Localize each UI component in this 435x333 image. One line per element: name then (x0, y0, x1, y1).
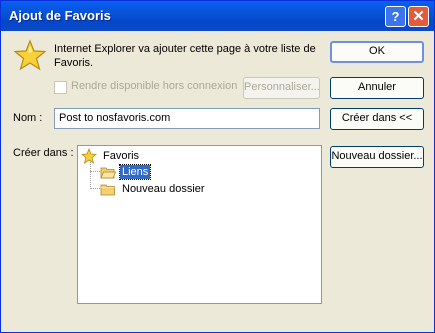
add-favorite-dialog: Ajout de Favoris ? ✕ Internet Explorer v… (0, 0, 435, 333)
cancel-button[interactable]: Annuler (330, 77, 424, 99)
tree-node-label: Nouveau dossier (122, 183, 205, 195)
title-bar[interactable]: Ajout de Favoris ? ✕ (1, 1, 434, 31)
customize-button[interactable]: Personnaliser... (243, 77, 320, 99)
ok-button[interactable]: OK (330, 41, 424, 63)
help-button[interactable]: ? (385, 6, 406, 27)
help-icon: ? (391, 9, 400, 24)
folder-icon (100, 184, 115, 196)
tree-node-label: Liens (118, 164, 152, 180)
folder-tree[interactable]: Favoris Liens Nouveau dossier (77, 145, 322, 304)
tree-node-label: Favoris (103, 150, 140, 162)
create-in-label: Créer dans : (13, 147, 74, 159)
tree-connector (90, 188, 100, 189)
tree-connector (90, 171, 100, 172)
close-button[interactable]: ✕ (408, 6, 429, 27)
dialog-description: Internet Explorer va ajouter cette page … (54, 43, 316, 69)
create-in-button[interactable]: Créer dans << (330, 108, 424, 130)
dialog-title: Ajout de Favoris (9, 8, 111, 23)
offline-label: Rendre disponible hors connexion (71, 80, 238, 92)
name-input[interactable]: Post to nosfavoris.com (54, 108, 320, 129)
favorites-star-icon (14, 39, 46, 71)
star-icon (81, 148, 97, 164)
name-label: Nom : (13, 112, 43, 124)
offline-checkbox[interactable] (54, 81, 67, 94)
close-icon: ✕ (412, 8, 425, 25)
tree-connector (90, 162, 91, 189)
folder-open-icon (100, 167, 116, 179)
new-folder-button[interactable]: Nouveau dossier... (330, 146, 424, 168)
